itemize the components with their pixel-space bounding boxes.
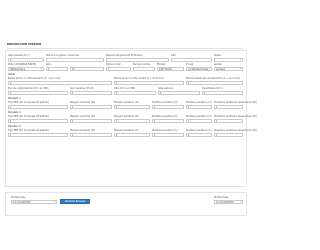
input-p1-margem-id[interactable]: 1	[70, 104, 112, 109]
input-p2-parafuso-b[interactable]: 1	[186, 118, 212, 123]
input-item-2[interactable]: 10	[70, 66, 104, 71]
input-modelo[interactable]: 1257 MAOS	[157, 66, 184, 71]
input-p2-margem-m[interactable]: 1	[114, 118, 150, 123]
input-p1-parafuso-b[interactable]: 1	[186, 104, 212, 109]
input-parafuso[interactable]: 1	[70, 90, 112, 95]
input-quantidade[interactable]: 1	[202, 90, 243, 95]
input-p3-margem-id[interactable]: 1	[70, 132, 112, 137]
section-heading-general: Geral	[8, 73, 15, 76]
input-olho[interactable]: 1	[114, 90, 156, 95]
input-marca[interactable]	[46, 57, 104, 62]
update-stock-button[interactable]: Atualizar Estoque	[60, 199, 90, 204]
input-material[interactable]	[106, 57, 169, 62]
form-panel: Data pesada (E.C.) Marca & Lingotes, Cad…	[5, 50, 257, 187]
input-p3-parafuso-a[interactable]: 1	[152, 132, 184, 137]
input-p2-margem-id[interactable]: 1	[70, 118, 112, 123]
input-eixo[interactable]: 1	[8, 90, 68, 95]
select-email[interactable]: contato@empresa	[186, 66, 212, 71]
input-p3-desenvolver[interactable]: 1	[214, 132, 243, 137]
input-p3-tipo[interactable]: 1	[8, 132, 68, 137]
page: BREAKDOWN SESSION Data pesada (E.C.) Mar…	[0, 0, 257, 250]
select-modelo-base[interactable]: 14 mm/AGOSTO	[11, 199, 57, 204]
input-p3-margem-m[interactable]: 1	[114, 132, 150, 137]
input-numero-item[interactable]: 1	[106, 66, 131, 71]
select-lentes[interactable]: Lentege	[214, 66, 243, 71]
input-esfera-esquerdo[interactable]: 1	[8, 80, 112, 85]
input-p2-tipo[interactable]: 1	[8, 118, 68, 123]
title-divider	[7, 47, 243, 49]
input-p3-parafuso-b[interactable]: 1	[186, 132, 212, 137]
input-item[interactable]: 1	[46, 66, 68, 71]
section-heading-parallel-3: Paralelo 3	[8, 125, 21, 128]
input-p1-desenvolver[interactable]: 1	[214, 104, 243, 109]
input-seta[interactable]: 1	[158, 90, 200, 95]
select-motor[interactable]: Material Itens	[8, 66, 44, 71]
section-heading-parallel-1: Paralelo 1	[8, 97, 21, 100]
input-esfera-direito[interactable]: 1	[114, 80, 184, 85]
section-heading-parallel-2: Paralelo 2	[8, 111, 21, 114]
footer-panel: Modelo base 14 mm/AGOSTO Atualizar Estoq…	[5, 192, 247, 216]
input-p1-parafuso-a[interactable]: 1	[152, 104, 184, 109]
input-numero-lentes[interactable]	[133, 66, 155, 71]
page-title: BREAKDOWN SESSION	[7, 43, 42, 46]
input-p1-margem-m[interactable]: 1	[114, 104, 150, 109]
select-modelo-base-right[interactable]: 14 mm/AGOSTO	[214, 199, 243, 204]
input-p2-desenvolver[interactable]: 1	[214, 118, 243, 123]
input-data-pesada[interactable]: 1	[8, 57, 44, 62]
input-op2[interactable]	[171, 57, 212, 62]
input-p1-tipo[interactable]: 1	[8, 104, 68, 109]
input-p2-parafuso-a[interactable]: 1	[152, 118, 184, 123]
input-esfera-equipamento[interactable]: 1	[186, 80, 243, 85]
select-status[interactable]	[214, 57, 243, 62]
